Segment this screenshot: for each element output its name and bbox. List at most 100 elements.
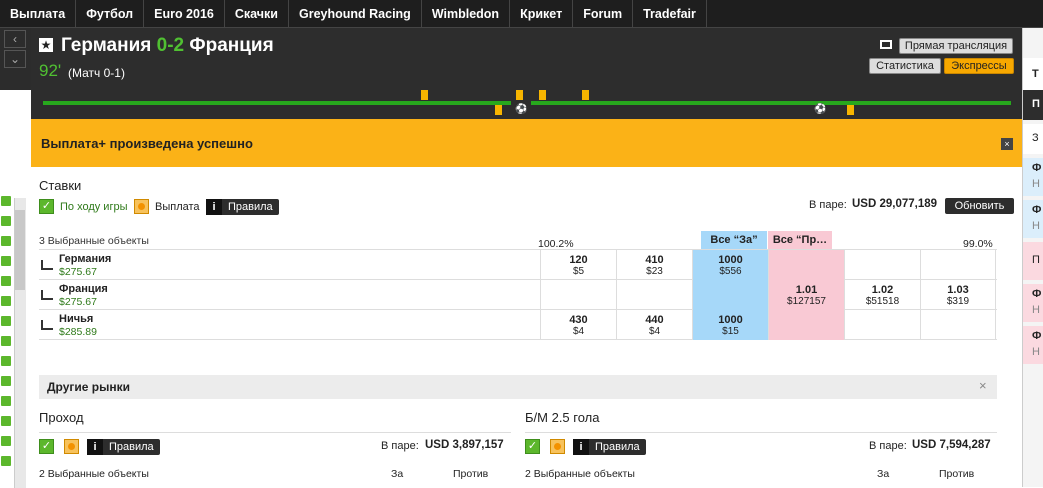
matched-label: В паре: bbox=[381, 440, 419, 452]
best-back-cell[interactable]: 1000 $556 bbox=[692, 250, 768, 280]
yellow-card-icon bbox=[421, 90, 428, 100]
close-icon[interactable]: × bbox=[979, 378, 987, 393]
lay-column-header: Против bbox=[939, 468, 975, 480]
refresh-button[interactable]: Обновить bbox=[945, 198, 1014, 214]
right-panel-item[interactable]: З bbox=[1023, 124, 1043, 154]
right-panel-letter: Н bbox=[1032, 178, 1040, 190]
back-price-cell[interactable]: 430 $4 bbox=[540, 310, 616, 340]
rules-button[interactable]: i Правила bbox=[573, 439, 646, 455]
cashout-coin-icon[interactable] bbox=[64, 439, 79, 454]
nav-item-greyhound[interactable]: Greyhound Racing bbox=[289, 0, 422, 28]
cashout-label: Выплата bbox=[155, 201, 200, 213]
other-markets-bar[interactable]: Другие рынки × bbox=[39, 375, 997, 399]
best-lay-cell[interactable] bbox=[768, 310, 844, 340]
matched-value: USD 3,897,157 bbox=[425, 439, 504, 451]
right-panel-letter: Н bbox=[1032, 304, 1040, 316]
market-title[interactable]: Б/М 2.5 гола bbox=[525, 410, 599, 425]
matched-label: В паре: bbox=[809, 199, 847, 211]
divider bbox=[39, 432, 511, 433]
check-icon bbox=[1, 216, 11, 226]
runner-pnl: $285.89 bbox=[59, 326, 97, 338]
nav-item-wimbledon[interactable]: Wimbledon bbox=[422, 0, 511, 28]
nav-item-tradefair[interactable]: Tradefair bbox=[633, 0, 707, 28]
right-panel-item[interactable]: Ф Н bbox=[1023, 284, 1043, 322]
runner-name: Франция bbox=[59, 283, 108, 295]
nav-item-horse-racing[interactable]: Скачки bbox=[225, 0, 289, 28]
right-panel-item[interactable]: Ф Н bbox=[1023, 158, 1043, 196]
info-icon: i bbox=[206, 199, 222, 215]
size: $556 bbox=[719, 266, 742, 277]
nav-item-cashout[interactable]: Выплата bbox=[0, 0, 77, 28]
lay-price-cell[interactable] bbox=[844, 250, 920, 280]
right-panel-letter: Ф bbox=[1032, 330, 1042, 342]
back-price-cell[interactable]: 440 $4 bbox=[616, 310, 692, 340]
nav-item-forum[interactable]: Forum bbox=[573, 0, 634, 28]
nav-item-euro2016[interactable]: Euro 2016 bbox=[144, 0, 225, 28]
lay-price-cell[interactable]: 1.03 $319 bbox=[920, 280, 996, 310]
cashout-coin-icon[interactable] bbox=[134, 199, 149, 214]
top-nav: Выплата Футбол Euro 2016 Скачки Greyhoun… bbox=[0, 0, 1043, 28]
right-panel-header: T bbox=[1023, 58, 1043, 90]
in-play-check-icon[interactable]: ✓ bbox=[525, 439, 540, 454]
back-price-cell[interactable] bbox=[540, 280, 616, 310]
right-panel-tab[interactable]: П bbox=[1023, 90, 1043, 120]
chart-icon[interactable] bbox=[41, 290, 53, 300]
best-lay-cell[interactable]: 1.01 $127157 bbox=[768, 280, 844, 310]
market-title[interactable]: Проход bbox=[39, 410, 84, 425]
chart-icon[interactable] bbox=[41, 260, 53, 270]
team-home: Германия bbox=[61, 35, 152, 56]
left-scroll-thumb[interactable] bbox=[15, 210, 25, 290]
back-all-header[interactable]: Все “За” bbox=[701, 231, 767, 249]
size: $319 bbox=[946, 296, 970, 307]
check-icon bbox=[1, 276, 11, 286]
back-price-cell[interactable]: 410 $23 bbox=[616, 250, 692, 280]
lay-price-cell[interactable] bbox=[844, 310, 920, 340]
rules-button[interactable]: i Правила bbox=[206, 199, 279, 215]
right-panel-item[interactable]: Ф Н bbox=[1023, 326, 1043, 364]
right-panel-letter: Ф bbox=[1032, 288, 1042, 300]
runner-table: Германия $275.67 120 $5 410 $23 1000 $556 Ф… bbox=[39, 249, 997, 341]
info-icon: i bbox=[87, 439, 103, 455]
in-play-check-icon[interactable]: ✓ bbox=[39, 199, 54, 214]
accumulators-button[interactable]: Экспрессы bbox=[944, 58, 1014, 74]
nav-item-cricket[interactable]: Крикет bbox=[510, 0, 574, 28]
right-panel-item[interactable]: П bbox=[1023, 242, 1043, 280]
right-panel-letter: Н bbox=[1032, 220, 1040, 232]
lay-price-cell[interactable] bbox=[920, 310, 996, 340]
best-back-cell[interactable] bbox=[692, 280, 768, 310]
back-price-cell[interactable]: 120 $5 bbox=[540, 250, 616, 280]
favourite-star-icon[interactable]: ★ bbox=[39, 38, 53, 52]
chevron-left-icon[interactable]: ‹ bbox=[4, 30, 26, 48]
live-stream-button[interactable]: Прямая трансляция bbox=[899, 38, 1013, 54]
cashout-coin-icon[interactable] bbox=[550, 439, 565, 454]
yellow-card-icon bbox=[516, 90, 523, 100]
runner-name: Ничья bbox=[59, 313, 94, 325]
price: 1.01 bbox=[795, 284, 818, 296]
chevron-down-icon[interactable]: ⌄ bbox=[4, 50, 26, 68]
best-lay-cell[interactable] bbox=[768, 250, 844, 280]
statistics-button[interactable]: Статистика bbox=[869, 58, 941, 74]
left-rail-header: ‹ ⌄ bbox=[0, 28, 31, 90]
lay-price-cell[interactable] bbox=[920, 250, 996, 280]
back-column-header: За bbox=[877, 468, 890, 480]
back-price-cell[interactable] bbox=[616, 280, 692, 310]
lay-all-header[interactable]: Все “Пр… bbox=[768, 231, 832, 249]
left-rail: ‹ ⌄ bbox=[0, 28, 31, 488]
check-icon bbox=[1, 316, 11, 326]
nav-item-football[interactable]: Футбол bbox=[76, 0, 145, 28]
chart-icon[interactable] bbox=[41, 320, 53, 330]
price: 1.03 bbox=[947, 284, 969, 296]
best-back-cell[interactable]: 1000 $15 bbox=[692, 310, 768, 340]
lay-price-cell[interactable]: 1.02 $51518 bbox=[844, 280, 920, 310]
right-panel-item[interactable]: Ф Н bbox=[1023, 200, 1043, 238]
in-play-check-icon[interactable]: ✓ bbox=[39, 439, 54, 454]
price: 1000 bbox=[718, 314, 743, 326]
check-icon bbox=[1, 396, 11, 406]
close-icon[interactable]: × bbox=[1001, 138, 1013, 150]
check-icon bbox=[1, 376, 11, 386]
match-minute: 92' bbox=[39, 61, 62, 80]
runner-pnl: $275.67 bbox=[59, 296, 97, 308]
rules-button[interactable]: i Правила bbox=[87, 439, 160, 455]
timeline-second-half bbox=[531, 101, 1011, 105]
tv-icon bbox=[880, 40, 892, 49]
